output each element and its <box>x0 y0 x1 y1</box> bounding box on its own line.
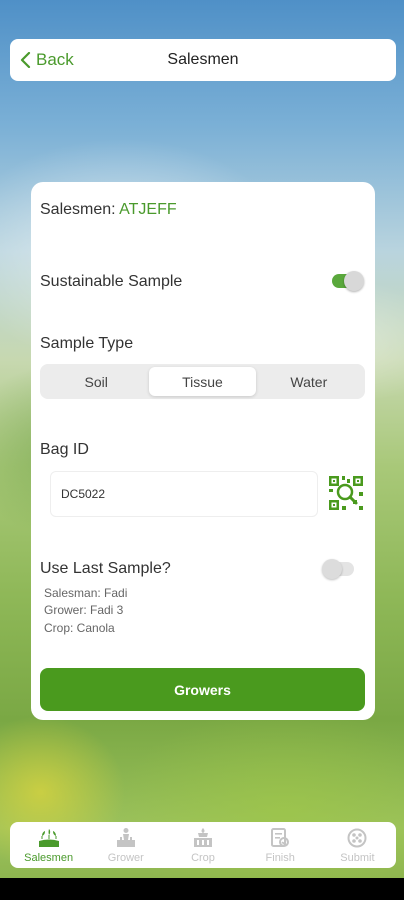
last-grower-text: Grower: Fadi 3 <box>44 603 124 617</box>
top-nav-bar: Back Salesmen <box>10 39 396 81</box>
bag-id-label: Bag ID <box>40 441 89 458</box>
last-salesman-text: Salesman: Fadi <box>44 586 128 600</box>
tab-label: Crop <box>191 852 215 864</box>
sustainable-sample-toggle[interactable] <box>332 271 364 291</box>
system-navigation-bar <box>0 878 404 900</box>
qr-scan-button[interactable] <box>328 475 364 511</box>
salesmen-row: Salesmen: ATJEFF <box>40 201 177 219</box>
sample-type-tissue[interactable]: Tissue <box>149 367 256 396</box>
submit-icon <box>347 828 367 848</box>
grower-icon <box>116 828 135 847</box>
tab-label: Submit <box>340 852 375 864</box>
tab-label: Finish <box>265 852 295 864</box>
tab-label: Grower <box>107 852 144 864</box>
use-last-sample-toggle[interactable] <box>322 559 354 579</box>
bag-id-input[interactable]: DC5022 <box>50 471 318 517</box>
tab-crop[interactable]: Crop <box>164 822 241 868</box>
crop-icon <box>194 828 212 847</box>
sample-type-soil[interactable]: Soil <box>43 367 149 396</box>
toggle-knob <box>322 559 342 579</box>
sample-type-label: Sample Type <box>40 335 134 352</box>
tab-label: Salesmen <box>24 852 74 864</box>
sprout-icon <box>38 829 59 847</box>
back-label: Back <box>36 50 74 69</box>
tab-salesmen[interactable]: Salesmen <box>10 822 87 868</box>
tab-finish[interactable]: Finish <box>242 822 319 868</box>
finish-icon <box>271 828 290 847</box>
salesmen-value: ATJEFF <box>119 201 177 218</box>
sustainable-sample-label: Sustainable Sample <box>40 273 183 290</box>
chevron-left-icon <box>20 52 31 68</box>
qr-scan-icon <box>329 476 363 510</box>
sample-type-selector: Soil Tissue Water <box>40 364 365 399</box>
sample-type-water[interactable]: Water <box>256 367 362 396</box>
tab-submit[interactable]: Submit <box>319 822 396 868</box>
back-button[interactable]: Back <box>19 39 74 81</box>
last-crop-text: Crop: Canola <box>44 621 115 635</box>
sample-form-card: Salesmen: ATJEFF Sustainable Sample Samp… <box>31 182 375 720</box>
growers-button[interactable]: Growers <box>40 668 365 711</box>
bottom-tab-bar: Salesmen Grower Crop Finish Submit <box>10 822 396 868</box>
tab-grower[interactable]: Grower <box>87 822 164 868</box>
salesmen-label: Salesmen: <box>40 201 116 218</box>
use-last-sample-label: Use Last Sample? <box>40 560 171 577</box>
toggle-knob <box>344 271 364 291</box>
